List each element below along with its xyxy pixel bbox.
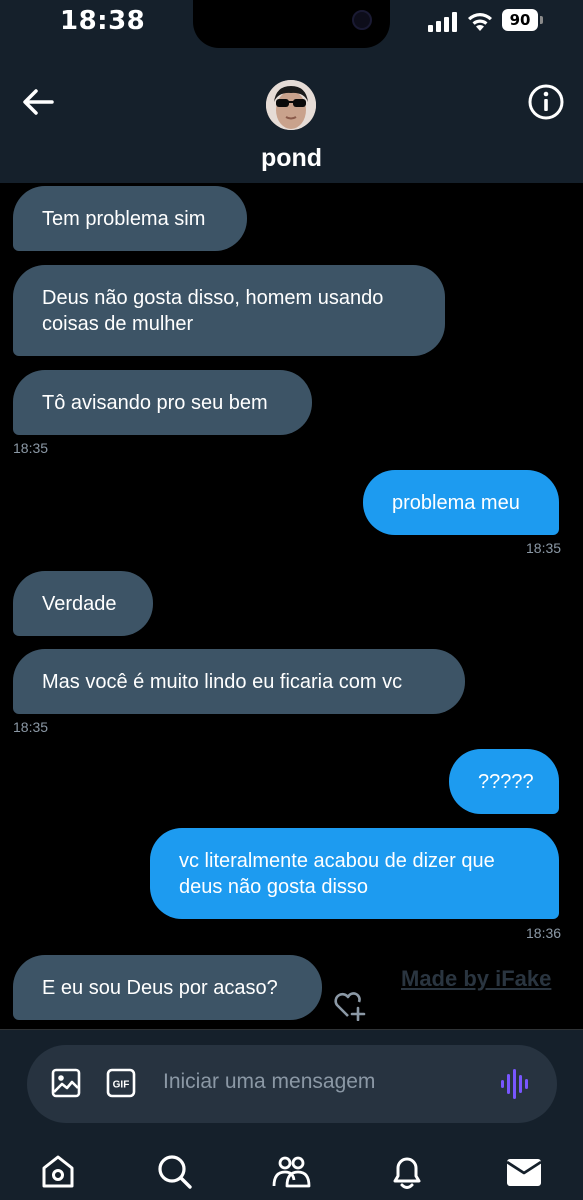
message-bubble-incoming[interactable]: Tô avisando pro seu bem [13,370,312,435]
message-text: problema meu [392,491,520,514]
message-timestamp: 18:35 [13,440,49,456]
message-bubble-incoming[interactable]: Deus não gosta disso, homem usando coisa… [13,265,445,356]
wifi-icon [468,13,492,31]
message-bubble-outgoing[interactable]: problema meu [363,470,559,535]
status-time: 18:38 [60,6,146,36]
message-bubble-incoming[interactable]: Tem problema sim [13,186,247,251]
message-input[interactable]: Iniciar uma mensagem [163,1070,375,1094]
add-reaction-icon[interactable] [333,989,367,1021]
message-list[interactable]: Tem problema sim Deus não gosta disso, h… [0,183,583,1029]
communities-icon[interactable] [271,1152,311,1192]
gif-icon[interactable]: GIF [105,1067,137,1099]
message-text: vc literalmente acabou de dizer que deus… [179,849,495,898]
conversation-header: pond [0,48,583,183]
message-text: Tô avisando pro seu bem [42,391,268,414]
message-timestamp: 18:35 [526,540,562,556]
avatar[interactable] [266,80,316,130]
avatar-image [266,80,316,130]
image-icon[interactable] [50,1067,82,1099]
back-arrow-icon[interactable] [18,84,58,120]
home-icon[interactable] [38,1152,78,1192]
message-timestamp: 18:36 [526,925,562,941]
message-bubble-outgoing[interactable]: vc literalmente acabou de dizer que deus… [150,828,559,919]
message-text: E eu sou Deus por acaso? [42,976,278,999]
message-text: Verdade [42,592,117,615]
message-bubble-incoming[interactable]: Mas você é muito lindo eu ficaria com vc [13,649,465,714]
camera-icon [352,10,372,30]
messages-icon[interactable] [504,1152,544,1192]
composer-area: GIF Iniciar uma mensagem [0,1029,583,1140]
search-icon[interactable] [155,1152,195,1192]
message-text: Mas você é muito lindo eu ficaria com vc [42,670,403,693]
message-bubble-outgoing[interactable]: ????? [449,749,559,814]
notifications-icon[interactable] [387,1152,427,1192]
battery-indicator: 90 [502,9,538,31]
bottom-tab-bar [0,1140,583,1200]
contact-name[interactable]: pond [0,144,583,173]
message-bubble-incoming[interactable]: Verdade [13,571,153,636]
watermark: Made by iFake [401,966,552,991]
gif-label: GIF [113,1080,130,1091]
info-icon[interactable] [526,82,566,122]
voice-message-icon[interactable] [499,1067,533,1101]
message-text: ????? [478,770,534,793]
message-text: Tem problema sim [42,207,206,230]
signal-icon [428,12,457,32]
message-text: Deus não gosta disso, homem usando coisa… [42,286,384,335]
battery-tip [540,16,543,24]
message-timestamp: 18:35 [13,719,49,735]
message-composer[interactable]: GIF Iniciar uma mensagem [27,1045,557,1123]
message-bubble-incoming[interactable]: E eu sou Deus por acaso? [13,955,322,1020]
status-bar: 18:38 90 [0,0,583,48]
